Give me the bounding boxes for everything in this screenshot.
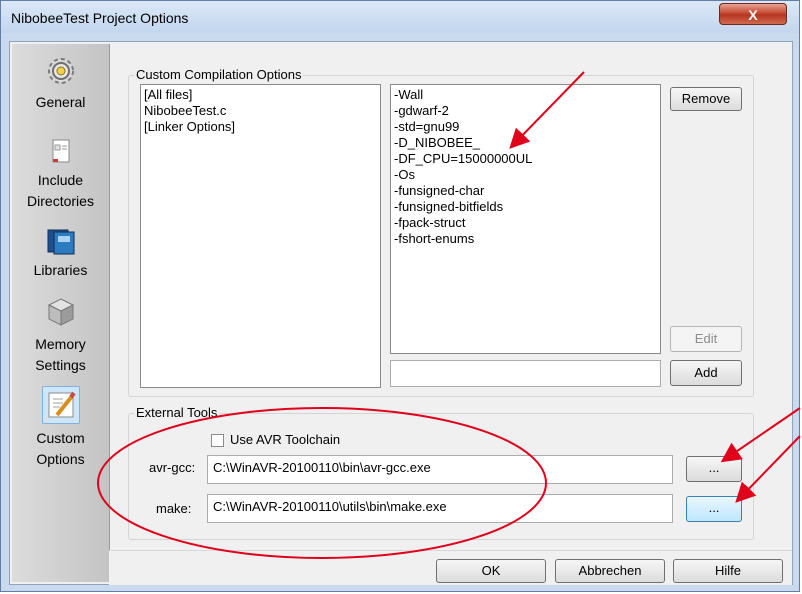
list-item[interactable]: -fpack-struct [394, 215, 657, 231]
nav-item-custom-options[interactable]: Custom Options [12, 386, 109, 470]
nav-item-libraries[interactable]: Libraries [12, 226, 109, 281]
help-button[interactable]: Hilfe [673, 559, 783, 583]
nav-label-general: General [35, 94, 86, 110]
nav-label-libraries: Libraries [33, 262, 88, 278]
list-item[interactable]: NibobeeTest.c [144, 103, 377, 119]
options-list[interactable]: -Wall -gdwarf-2 -std=gnu99 -D_NIBOBEE_ -… [390, 84, 661, 354]
ok-button[interactable]: OK [436, 559, 546, 583]
custom-compilation-group-label: Custom Compilation Options [134, 67, 304, 82]
avr-gcc-label: avr-gcc: [149, 460, 196, 475]
list-item[interactable]: -funsigned-char [394, 183, 657, 199]
make-label: make: [156, 501, 192, 516]
list-item[interactable]: -Os [394, 167, 657, 183]
remove-button[interactable]: Remove [670, 87, 742, 111]
list-item[interactable]: -std=gnu99 [394, 119, 657, 135]
make-path-field[interactable]: C:\WinAVR-20100110\utils\bin\make.exe [207, 494, 673, 523]
nav-item-include-directories[interactable]: Include Directories [12, 136, 109, 212]
nav-label-memory-settings: Memory Settings [35, 336, 86, 373]
external-tools-group-label: External Tools [134, 405, 220, 420]
list-item[interactable]: -DF_CPU=15000000UL [394, 151, 657, 167]
list-item[interactable]: [All files] [144, 87, 377, 103]
list-item[interactable]: -Wall [394, 87, 657, 103]
dialog-client-area: General Include Directories Libraries Me… [9, 41, 793, 585]
list-item[interactable]: -gdwarf-2 [394, 103, 657, 119]
include-directories-icon [52, 139, 69, 163]
nav-item-memory-settings[interactable]: Memory Settings [12, 296, 109, 376]
use-avr-toolchain-label: Use AVR Toolchain [230, 432, 341, 447]
add-button[interactable]: Add [670, 360, 742, 386]
options-nav: General Include Directories Libraries Me… [12, 44, 110, 582]
list-item[interactable]: -D_NIBOBEE_ [394, 135, 657, 151]
browse-make-button[interactable]: ... [686, 496, 742, 522]
new-option-input[interactable] [390, 360, 661, 387]
browse-avr-gcc-button[interactable]: ... [686, 456, 742, 482]
list-item[interactable]: -funsigned-bitfields [394, 199, 657, 215]
libraries-icon [47, 229, 74, 255]
edit-button[interactable]: Edit [670, 326, 742, 352]
nav-label-custom-options: Custom Options [36, 430, 85, 467]
nav-item-general[interactable]: General [12, 54, 109, 113]
window-title: NibobeeTest Project Options [11, 10, 189, 26]
memory-settings-icon [47, 298, 74, 326]
list-item[interactable]: -fshort-enums [394, 231, 657, 247]
close-button[interactable]: X [719, 3, 787, 25]
files-list[interactable]: [All files] NibobeeTest.c [Linker Option… [140, 84, 381, 388]
project-options-dialog: NibobeeTest Project Options X General In… [0, 0, 800, 592]
list-item[interactable]: [Linker Options] [144, 119, 377, 135]
cancel-button[interactable]: Abbrechen [555, 559, 665, 583]
avr-gcc-path-field[interactable]: C:\WinAVR-20100110\bin\avr-gcc.exe [207, 455, 673, 484]
custom-options-icon [41, 386, 80, 424]
gear-icon [47, 58, 74, 84]
title-bar: NibobeeTest Project Options X [1, 1, 799, 33]
nav-label-include-directories: Include Directories [27, 172, 94, 209]
use-avr-toolchain-checkbox[interactable] [211, 434, 224, 447]
